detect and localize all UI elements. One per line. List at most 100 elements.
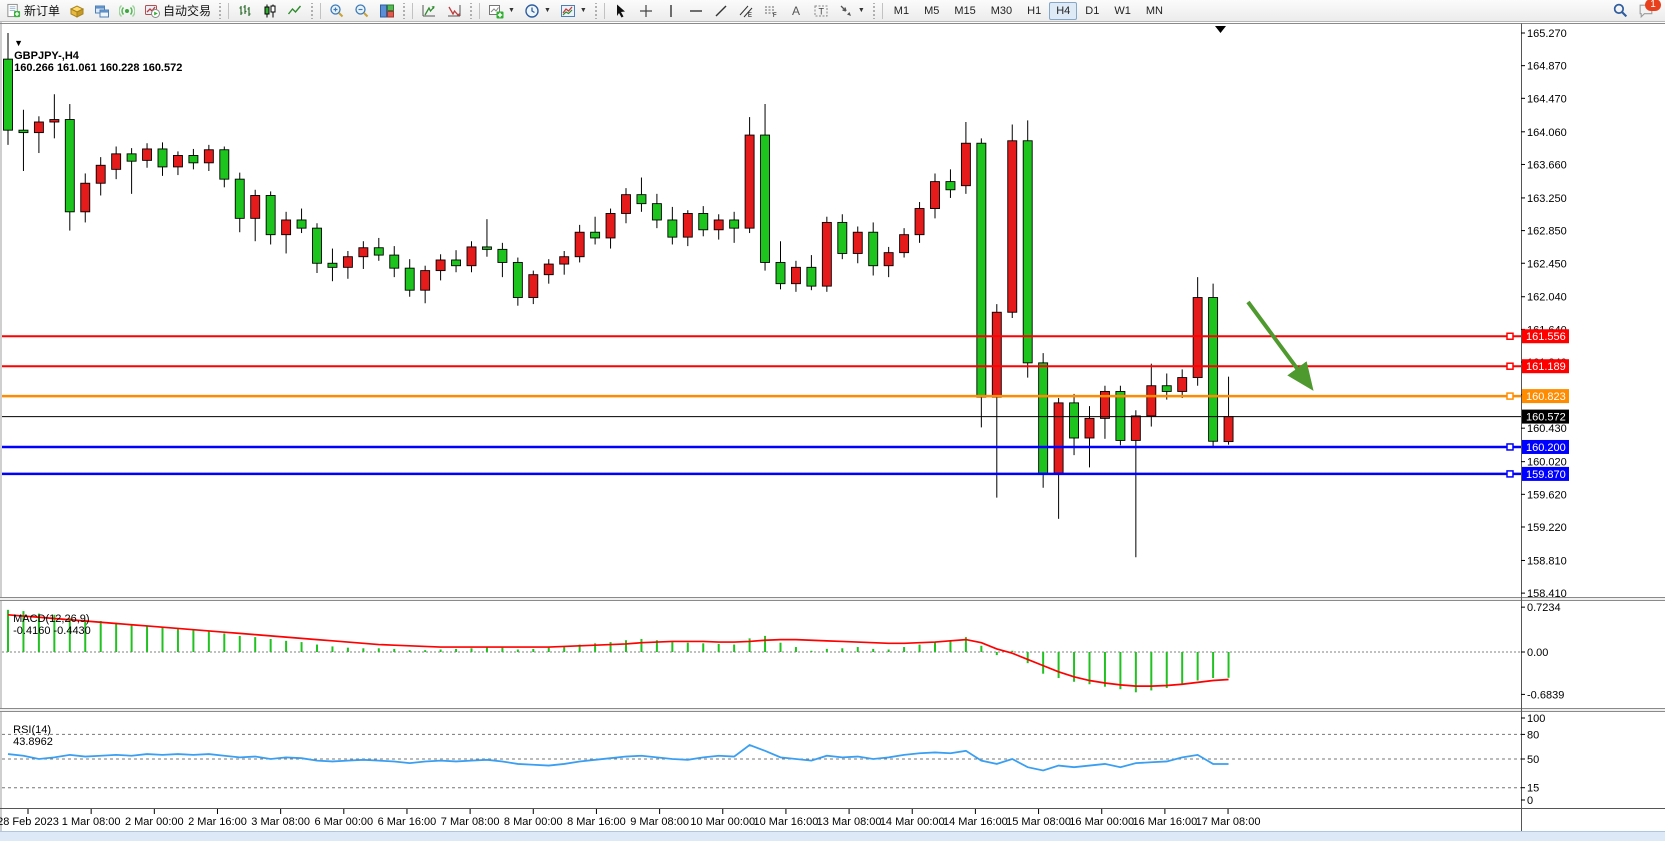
candle-body (297, 220, 306, 228)
toolbar-handle (469, 3, 473, 19)
market-watch-icon (69, 3, 85, 19)
tf-m15-button[interactable]: M15 (947, 2, 982, 20)
new-chart-button[interactable]: ▼ (484, 0, 519, 22)
market-watch-button[interactable] (65, 0, 89, 22)
candle-body (977, 143, 986, 397)
period-clock-icon (524, 3, 540, 19)
tile-windows-icon (379, 3, 395, 19)
candle-body (158, 149, 167, 167)
notifications-button[interactable]: 1 (1634, 0, 1659, 22)
tile-windows-button[interactable] (375, 0, 399, 22)
candle-body (421, 271, 430, 291)
candle-body (853, 232, 862, 253)
text-icon: A (788, 3, 804, 19)
crosshair-button[interactable] (634, 0, 658, 22)
candle-body (652, 204, 661, 220)
toolbar-separator (412, 3, 413, 19)
tf-d1-button[interactable]: D1 (1078, 2, 1106, 20)
toolbar-handle (402, 3, 406, 19)
arrange-down-button[interactable] (442, 0, 466, 22)
toolbar-separator (479, 3, 480, 19)
candle-body (1039, 363, 1048, 473)
tf-mn-button[interactable]: MN (1139, 2, 1170, 20)
bar-chart-button[interactable] (233, 0, 257, 22)
template-button[interactable]: ▼ (556, 0, 591, 22)
line-marker[interactable] (1507, 471, 1513, 477)
candle-body (1209, 298, 1218, 442)
arrows-button[interactable]: ▼ (834, 0, 869, 22)
new-order-button[interactable]: 新订单 (2, 0, 64, 22)
zoom-in-button[interactable] (325, 0, 349, 22)
trendline-button[interactable] (709, 0, 733, 22)
tf-h1-button[interactable]: H1 (1020, 2, 1048, 20)
cursor-button[interactable] (609, 0, 633, 22)
chart-area[interactable]: 165.270164.870164.470164.060163.660163.2… (0, 0, 1665, 841)
candle-body (405, 268, 414, 290)
svg-text:164.060: 164.060 (1527, 127, 1567, 139)
candle-body (143, 149, 152, 160)
candle-body (65, 120, 74, 212)
svg-text:161.189: 161.189 (1526, 361, 1566, 373)
svg-text:2 Mar 00:00: 2 Mar 00:00 (125, 816, 184, 828)
arrange-up-button[interactable] (417, 0, 441, 22)
svg-text:160.430: 160.430 (1527, 423, 1567, 435)
candle-body (1023, 141, 1032, 363)
chart-dropdown-icon[interactable]: ▼ (14, 38, 23, 48)
period-clock-button[interactable]: ▼ (520, 0, 555, 22)
candle-body (374, 248, 383, 255)
data-window-button[interactable] (90, 0, 114, 22)
candle-body (869, 232, 878, 265)
autotrade-button[interactable]: 自动交易 (140, 0, 215, 22)
equidistant-channel-button[interactable]: E (734, 0, 758, 22)
candle-body (838, 222, 847, 253)
candlestick-chart-button[interactable] (258, 0, 282, 22)
svg-text:6 Mar 00:00: 6 Mar 00:00 (314, 816, 373, 828)
candle-body (189, 155, 198, 162)
line-marker[interactable] (1507, 444, 1513, 450)
line-marker[interactable] (1507, 333, 1513, 339)
svg-text:15 Mar 08:00: 15 Mar 08:00 (1006, 816, 1071, 828)
candle-body (1008, 141, 1017, 312)
line-marker[interactable] (1507, 363, 1513, 369)
candle-body (730, 220, 739, 228)
candle-body (1054, 403, 1063, 473)
svg-text:158.410: 158.410 (1527, 588, 1567, 600)
macd-values: -0.4160 -0.4430 (13, 625, 91, 637)
line-marker[interactable] (1507, 393, 1513, 399)
toolbar-handle (594, 3, 598, 19)
candle-body (946, 182, 955, 190)
candle-body (1116, 391, 1125, 440)
vertical-line-button[interactable] (659, 0, 683, 22)
svg-text:E: E (748, 13, 752, 19)
signal-button[interactable] (115, 0, 139, 22)
svg-text:15: 15 (1527, 783, 1539, 795)
rsi-name: RSI(14) (13, 724, 51, 736)
toolbar-separator (228, 3, 229, 19)
tf-m5-button[interactable]: M5 (917, 2, 946, 20)
fibonacci-button[interactable]: F (759, 0, 783, 22)
tf-w1-button[interactable]: W1 (1107, 2, 1138, 20)
candle-body (1162, 386, 1171, 392)
line-chart-button[interactable] (283, 0, 307, 22)
chevron-down-icon: ▼ (858, 7, 865, 14)
svg-text:F: F (773, 13, 777, 19)
svg-text:162.040: 162.040 (1527, 292, 1567, 304)
text-button[interactable]: A (784, 0, 808, 22)
candle-body (714, 220, 723, 230)
price-badge-160.572: 160.572 (1522, 410, 1569, 424)
zoom-out-button[interactable] (350, 0, 374, 22)
candle-body (961, 143, 970, 185)
arrows-icon (838, 3, 854, 19)
tf-m1-button[interactable]: M1 (887, 2, 916, 20)
tf-h4-button[interactable]: H4 (1049, 2, 1077, 20)
svg-text:160.020: 160.020 (1527, 457, 1567, 469)
candle-body (931, 182, 940, 209)
candle-body (343, 257, 352, 268)
horizontal-line-button[interactable] (684, 0, 708, 22)
candle-body (1147, 386, 1156, 416)
candle-body (668, 220, 677, 237)
text-label-button[interactable]: T (809, 0, 833, 22)
tf-m30-button[interactable]: M30 (984, 2, 1019, 20)
status-strip (0, 832, 1665, 841)
search-button[interactable] (1608, 0, 1633, 22)
